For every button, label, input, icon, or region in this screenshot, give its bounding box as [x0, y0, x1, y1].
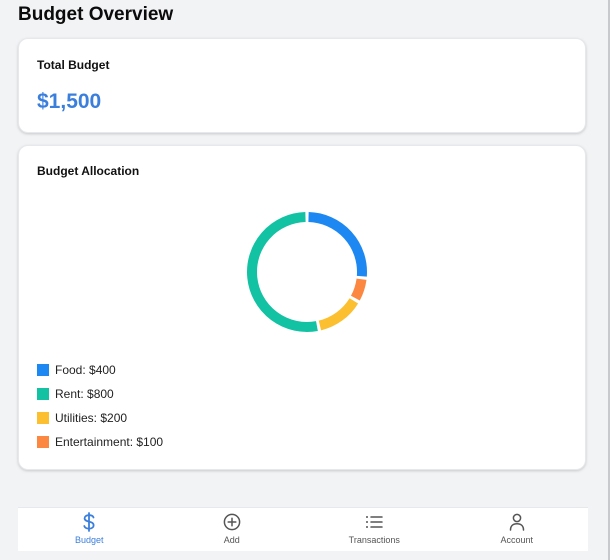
- donut-segment-utilities: [318, 298, 359, 331]
- nav-item-transactions[interactable]: Transactions: [303, 508, 446, 551]
- legend-swatch: [37, 388, 49, 400]
- donut-segment-rent: [247, 212, 318, 332]
- donut-segment-entertainment: [350, 278, 367, 301]
- total-budget-value: $1,500: [37, 90, 102, 113]
- legend-item-food: Food: $400: [37, 358, 163, 382]
- nav-label: Transactions: [348, 535, 400, 545]
- dollar-icon: [79, 512, 99, 532]
- nav-item-account[interactable]: Account: [446, 508, 589, 551]
- nav-label: Budget: [74, 535, 104, 545]
- budget-allocation-card: Budget Allocation Food: $400 Rent: $800 …: [18, 145, 586, 470]
- total-budget-label: Total Budget: [37, 58, 110, 72]
- legend-item-entertainment: Entertainment: $100: [37, 430, 163, 454]
- bottom-nav: Budget Add Transactions Account: [18, 507, 588, 551]
- legend-swatch: [37, 412, 49, 424]
- nav-label: Account: [500, 535, 534, 545]
- legend-label: Rent: $800: [55, 387, 114, 401]
- plus-circle-icon: [222, 512, 242, 532]
- user-icon: [507, 512, 527, 532]
- donut-segment-food: [308, 212, 367, 277]
- legend-label: Utilities: $200: [55, 411, 128, 425]
- legend-swatch: [37, 364, 49, 376]
- donut-chart: [247, 212, 367, 332]
- nav-label: Add: [223, 535, 240, 545]
- nav-item-add[interactable]: Add: [161, 508, 304, 551]
- list-icon: [364, 512, 384, 532]
- legend-swatch: [37, 436, 49, 448]
- total-budget-card: Total Budget $1,500: [18, 38, 586, 133]
- legend-label: Entertainment: $100: [55, 435, 164, 449]
- nav-item-budget[interactable]: Budget: [18, 508, 161, 551]
- legend-item-utilities: Utilities: $200: [37, 406, 163, 430]
- chart-legend: Food: $400 Rent: $800 Utilities: $200 En…: [37, 358, 163, 454]
- page-title: Budget Overview: [18, 4, 174, 25]
- legend-label: Food: $400: [55, 363, 116, 377]
- legend-item-rent: Rent: $800: [37, 382, 163, 406]
